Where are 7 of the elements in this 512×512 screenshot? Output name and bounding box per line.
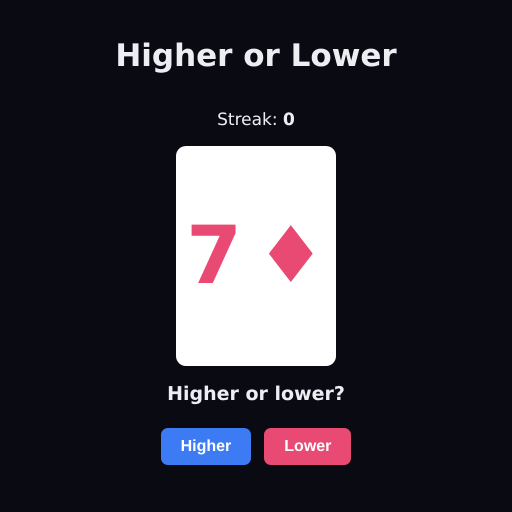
card-suit: ♦ <box>256 217 326 295</box>
card-rank: 7 <box>186 216 242 296</box>
game-title: Higher or Lower <box>115 37 397 76</box>
higher-button[interactable]: Higher <box>160 428 252 465</box>
streak-counter: Streak: 0 <box>217 109 295 131</box>
lower-button[interactable]: Lower <box>264 428 352 465</box>
question-prompt: Higher or lower? <box>167 382 345 406</box>
